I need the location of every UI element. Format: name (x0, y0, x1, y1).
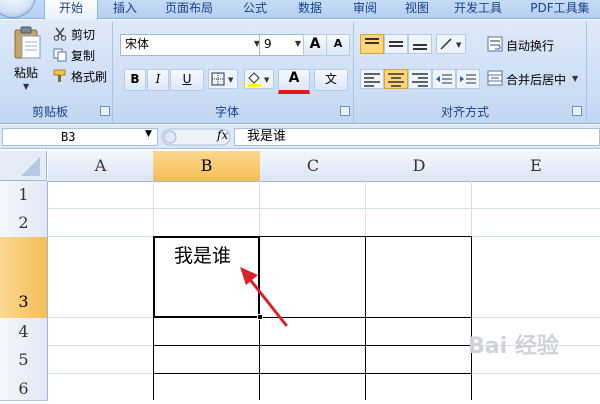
align-center-icon[interactable] (384, 69, 408, 89)
chevron-down-icon[interactable]: ▼ (145, 129, 152, 139)
alignment-group-label: 对齐方式 (440, 105, 489, 119)
bold-button[interactable]: B (124, 69, 146, 91)
font-name-combo[interactable]: 宋体 ▼ (120, 34, 264, 56)
insert-function-button[interactable]: fx (217, 128, 228, 142)
row-header-3[interactable]: 3 (0, 237, 48, 319)
column-header-d[interactable]: D (366, 151, 473, 182)
copy-button[interactable]: 复制 (71, 47, 95, 64)
cell-border (365, 236, 366, 400)
column-header-a[interactable]: A (48, 151, 154, 182)
wrap-text-icon[interactable] (487, 36, 503, 52)
tab-view[interactable]: 视图 (392, 0, 442, 19)
merge-center-button[interactable]: 合并后居中 (506, 71, 566, 88)
column-header-b[interactable]: B (153, 151, 261, 182)
orientation-icon[interactable]: ▼ (436, 34, 466, 54)
phonetic-button[interactable]: 文 (314, 69, 348, 91)
font-size-value: 9 (264, 37, 272, 51)
paste-dropdown-icon[interactable]: ▼ (23, 82, 29, 91)
merge-center-icon[interactable] (487, 70, 503, 86)
align-bottom-icon[interactable] (408, 34, 432, 54)
align-left-icon[interactable] (360, 69, 384, 89)
grow-font-button[interactable]: A (303, 34, 327, 56)
format-painter-icon[interactable] (53, 69, 67, 83)
tab-data[interactable]: 数据 (285, 0, 335, 19)
tab-insert[interactable]: 插入 (100, 0, 150, 19)
font-group-label: 字体 (214, 105, 239, 119)
chevron-down-icon[interactable]: ▼ (295, 35, 301, 53)
cut-button[interactable]: 剪切 (71, 26, 95, 43)
decrease-indent-icon[interactable] (432, 69, 456, 89)
next-group-edge (587, 22, 600, 123)
italic-button[interactable]: I (147, 69, 169, 91)
font-size-combo[interactable]: 9 ▼ (259, 34, 305, 56)
row-header-4[interactable]: 4 (0, 318, 48, 347)
copy-icon[interactable] (53, 48, 67, 62)
grid-line (48, 208, 600, 209)
formula-input[interactable]: 我是谁 (234, 128, 600, 146)
row-header-2[interactable]: 2 (0, 209, 48, 238)
align-middle-icon[interactable] (384, 34, 408, 54)
column-header-c[interactable]: C (260, 151, 367, 182)
underline-button[interactable]: U (170, 69, 204, 91)
cut-icon[interactable] (53, 27, 67, 41)
font-color-button[interactable]: A (278, 69, 310, 94)
align-top-icon[interactable] (360, 34, 384, 54)
tab-home[interactable]: 开始 (44, 0, 98, 21)
svg-text:▼: ▼ (228, 76, 234, 84)
svg-text:▼: ▼ (264, 76, 270, 84)
tab-pdf-tools[interactable]: PDF工具集 (525, 0, 595, 19)
tab-developer[interactable]: 开发工具 (447, 0, 509, 19)
fill-color-icon[interactable]: ▼ (244, 69, 274, 89)
borders-icon[interactable]: ▼ (208, 69, 238, 89)
paste-icon[interactable] (12, 26, 42, 60)
increase-indent-icon[interactable] (456, 69, 480, 89)
worksheet-grid[interactable] (0, 151, 600, 400)
dialog-launcher-icon[interactable] (100, 106, 110, 116)
row-header-1[interactable]: 1 (0, 181, 48, 210)
dialog-launcher-icon[interactable] (572, 106, 582, 116)
wrap-text-button[interactable]: 自动换行 (506, 37, 554, 54)
cell-border (153, 373, 472, 374)
watermark: Bai 经验 (468, 334, 559, 359)
column-header-e[interactable]: E (472, 151, 600, 182)
tab-review[interactable]: 审阅 (340, 0, 390, 19)
clipboard-group-label: 剪贴板 (31, 105, 68, 119)
red-arrow-annotation (240, 267, 288, 327)
cell-b3-text: 我是谁 (174, 245, 232, 267)
format-painter-button[interactable]: 格式刷 (71, 68, 107, 85)
align-right-icon[interactable] (408, 69, 432, 89)
cell-border (153, 345, 472, 346)
paste-button-label[interactable]: 粘贴 (14, 64, 38, 81)
chevron-down-icon[interactable]: ▼ (572, 74, 578, 83)
select-all-icon[interactable] (0, 151, 47, 181)
font-name-value: 宋体 (125, 37, 150, 51)
cell-border (471, 236, 472, 400)
shrink-font-button[interactable]: A (326, 34, 350, 56)
row-header-6[interactable]: 6 (0, 374, 48, 401)
tab-page-layout[interactable]: 页面布局 (155, 0, 223, 19)
name-box[interactable]: B3 (2, 128, 158, 146)
row-header-5[interactable]: 5 (0, 346, 48, 375)
tab-formulas[interactable]: 公式 (230, 0, 280, 19)
dialog-launcher-icon[interactable] (340, 106, 350, 116)
svg-text:▼: ▼ (456, 41, 462, 49)
